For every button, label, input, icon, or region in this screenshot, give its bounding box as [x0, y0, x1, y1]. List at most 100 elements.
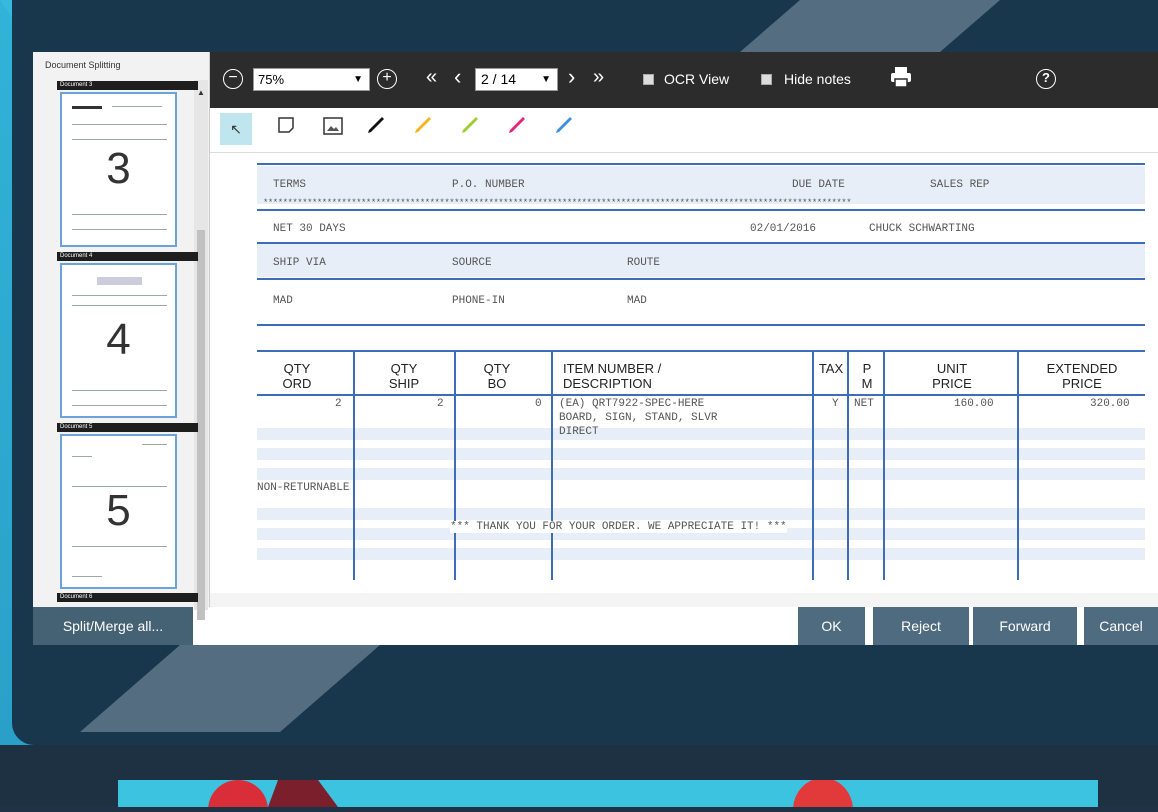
- hide-notes-label[interactable]: Hide notes: [784, 71, 851, 87]
- document-header: Document 6: [57, 593, 198, 602]
- document-page-view[interactable]: TERMS P.O. NUMBER DUE DATE SALES REP ***…: [210, 152, 1158, 607]
- sticky-note-icon[interactable]: [270, 113, 302, 145]
- due-date-label: DUE DATE: [792, 179, 845, 191]
- col-item-number: ITEM NUMBER / DESCRIPTION: [563, 361, 661, 391]
- highlighter-green-icon[interactable]: [454, 113, 486, 145]
- col-header-line: QTY: [390, 361, 418, 376]
- hide-notes-checkbox[interactable]: [761, 74, 772, 85]
- source-label: SOURCE: [452, 257, 492, 269]
- zoom-in-button[interactable]: +: [377, 69, 397, 89]
- sidebar-scrollbar[interactable]: [194, 80, 208, 620]
- col-qty-ship: QTY SHIP: [374, 361, 434, 391]
- cell-tax: Y: [832, 398, 839, 410]
- highlighter-orange-icon[interactable]: [407, 113, 439, 145]
- col-header-line: PRICE: [1062, 376, 1102, 391]
- column-divider: [847, 350, 849, 580]
- annotation-toolbar: ↖: [210, 108, 1158, 152]
- col-header-line: BO: [487, 376, 507, 391]
- cell-qty-ship: 2: [437, 398, 444, 410]
- invoice-page: TERMS P.O. NUMBER DUE DATE SALES REP ***…: [257, 163, 1145, 593]
- page-thumbnail[interactable]: 5: [60, 434, 177, 589]
- ok-button[interactable]: OK: [798, 607, 865, 645]
- zoom-select[interactable]: 75% ▼: [253, 68, 370, 91]
- col-header-line: M: [861, 376, 873, 391]
- ship-via-value: MAD: [273, 295, 293, 307]
- highlighter-blue-icon[interactable]: [548, 113, 580, 145]
- forward-button[interactable]: Forward: [973, 607, 1077, 645]
- col-header-line: TAX: [818, 361, 844, 376]
- thank-you-message: *** THANK YOU FOR YOUR ORDER. WE APPRECI…: [450, 521, 787, 533]
- table-band: [257, 448, 1145, 460]
- route-label: ROUTE: [627, 257, 661, 269]
- column-divider: [551, 350, 553, 580]
- table-band: [257, 244, 1145, 277]
- action-bar: OK Reject Forward Cancel: [210, 607, 1158, 645]
- highlighter-pink-icon[interactable]: [501, 113, 533, 145]
- document-header: Document 5: [57, 423, 198, 432]
- col-pm: P M: [850, 361, 884, 391]
- non-returnable-note: NON-RETURNABLE: [257, 482, 350, 494]
- column-divider: [1017, 350, 1019, 580]
- scrollbar-thumb[interactable]: [197, 230, 205, 620]
- ocr-view-label[interactable]: OCR View: [664, 71, 729, 87]
- previous-page-button[interactable]: ‹: [454, 64, 461, 90]
- col-qty-ord: QTY ORD: [267, 361, 327, 391]
- page-thumbnail[interactable]: 3: [60, 92, 177, 247]
- pen-black-icon[interactable]: [360, 113, 392, 145]
- sidebar-title: Document Splitting: [45, 60, 121, 70]
- split-merge-all-button[interactable]: Split/Merge all...: [33, 607, 193, 645]
- rule-line: [257, 324, 1145, 326]
- zoom-value: 75%: [258, 72, 285, 87]
- thumbnail-page-number: 5: [106, 486, 131, 535]
- document-header: Document 4: [57, 252, 198, 261]
- rule-line: [257, 394, 1145, 396]
- cell-unit-price: 160.00: [954, 398, 994, 410]
- select-pointer-icon[interactable]: ↖: [220, 113, 252, 145]
- col-header-line: P: [862, 361, 872, 376]
- col-header-line: ITEM NUMBER /: [563, 361, 662, 376]
- col-unit-price: UNIT PRICE: [907, 361, 997, 391]
- ship-via-label: SHIP VIA: [273, 257, 326, 269]
- separator-stars: ****************************************…: [263, 198, 852, 208]
- col-header-line: ORD: [282, 376, 312, 391]
- dropdown-caret-icon: ▼: [541, 74, 551, 85]
- cancel-button[interactable]: Cancel: [1084, 607, 1158, 645]
- col-header-line: EXTENDED: [1046, 361, 1118, 376]
- page-select[interactable]: 2 / 14 ▼: [475, 68, 558, 91]
- rule-line: [257, 278, 1145, 280]
- terms-value: NET 30 DAYS: [273, 223, 346, 235]
- reject-button[interactable]: Reject: [873, 607, 969, 645]
- ocr-view-checkbox[interactable]: [643, 74, 654, 85]
- help-button[interactable]: ?: [1036, 69, 1056, 89]
- cell-item-line: (EA) QRT7922-SPEC-HERE: [559, 398, 705, 410]
- sales-rep-label: SALES REP: [930, 179, 990, 191]
- print-icon[interactable]: [890, 66, 912, 92]
- page-thumbnail[interactable]: 4: [60, 263, 177, 418]
- horizontal-scrollbar[interactable]: [210, 593, 1158, 607]
- dropdown-caret-icon: ▼: [353, 74, 363, 85]
- col-header-line: SHIP: [388, 376, 420, 391]
- cell-qty-bo: 0: [535, 398, 542, 410]
- zoom-out-button[interactable]: −: [223, 69, 243, 89]
- rule-line: [257, 350, 1145, 352]
- document-viewer-app: Document Splitting ▲ Document 3 3 Docume…: [33, 52, 1158, 645]
- col-header-line: DESCRIPTION: [563, 376, 652, 391]
- col-extended-price: EXTENDED PRICE: [1027, 361, 1137, 391]
- col-header-line: UNIT: [936, 361, 968, 376]
- image-icon[interactable]: [317, 113, 349, 145]
- cell-item-line: DIRECT: [559, 426, 599, 438]
- column-divider: [454, 350, 456, 580]
- scroll-up-arrow-icon[interactable]: ▲: [197, 88, 205, 97]
- first-page-button[interactable]: «: [426, 66, 437, 89]
- source-value: PHONE-IN: [452, 295, 505, 307]
- table-band: [257, 468, 1145, 480]
- next-page-button[interactable]: ›: [568, 64, 575, 90]
- cell-item-line: BOARD, SIGN, STAND, SLVR: [559, 412, 718, 424]
- cell-extended-price: 320.00: [1090, 398, 1130, 410]
- route-value: MAD: [627, 295, 647, 307]
- due-date-value: 02/01/2016: [750, 223, 817, 235]
- table-band: [257, 548, 1145, 560]
- col-tax: TAX: [814, 361, 848, 376]
- table-band: [257, 428, 1145, 440]
- last-page-button[interactable]: »: [593, 66, 604, 89]
